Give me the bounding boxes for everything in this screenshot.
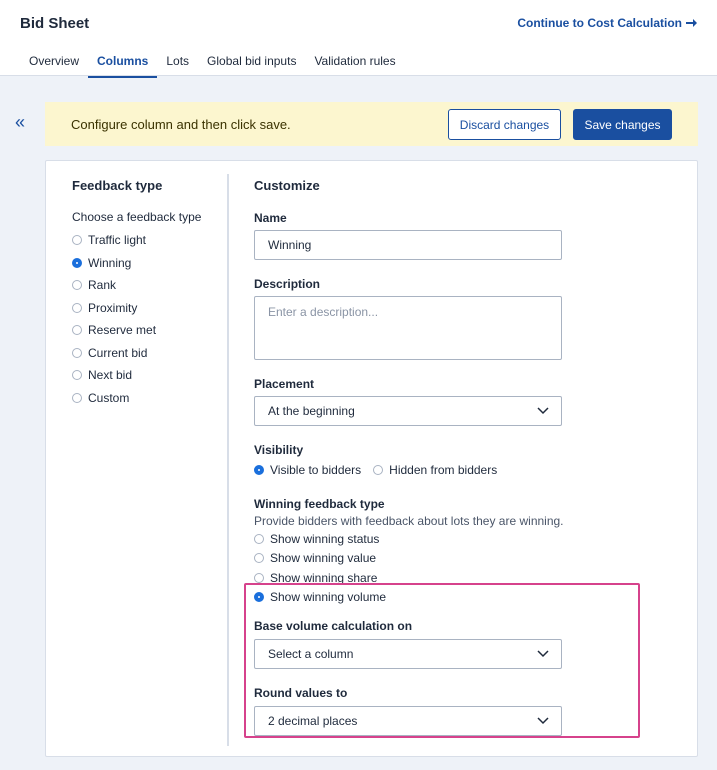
visibility-option-visible[interactable]: Visible to bidders [254, 461, 361, 479]
placement-select[interactable]: At the beginning [254, 396, 562, 426]
visibility-radio-group: Visible to bidders Hidden from bidders [254, 461, 634, 479]
tab-columns[interactable]: Columns [88, 50, 158, 78]
radio-icon [72, 392, 82, 403]
winning-option-status[interactable]: Show winning status [254, 529, 634, 549]
winning-option-share[interactable]: Show winning share [254, 568, 634, 588]
radio-icon [254, 553, 264, 564]
description-textarea[interactable] [254, 296, 562, 360]
winning-type-radio-group: Show winning status Show winning value S… [254, 529, 634, 607]
continue-link[interactable]: Continue to Cost Calculation [517, 16, 697, 30]
page-title: Bid Sheet [20, 15, 90, 32]
feedback-type-title: Feedback type [72, 178, 163, 193]
winning-feedback-type-label: Winning feedback type [254, 497, 385, 511]
visibility-label: Visibility [254, 443, 304, 457]
radio-icon [254, 572, 264, 583]
radio-icon [254, 533, 264, 544]
discard-changes-button[interactable]: Discard changes [448, 109, 561, 140]
feedback-type-section: Feedback type Choose a feedback type Tra… [72, 178, 222, 409]
radio-icon [373, 465, 384, 475]
tab-overview[interactable]: Overview [20, 50, 88, 78]
continue-label: Continue to Cost Calculation [517, 16, 682, 30]
tab-bar: Overview Columns Lots Global bid inputs … [20, 50, 405, 78]
radio-icon [72, 280, 82, 291]
feedback-option-proximity[interactable]: Proximity [72, 297, 222, 320]
chevron-down-icon [537, 650, 549, 658]
choose-feedback-label: Choose a feedback type [72, 210, 202, 224]
visibility-option-hidden[interactable]: Hidden from bidders [373, 461, 497, 479]
banner-message: Configure column and then click save. [71, 116, 291, 132]
placement-value: At the beginning [268, 404, 355, 418]
arrow-right-icon [686, 19, 697, 27]
radio-checked-icon [72, 257, 82, 268]
feedback-option-custom[interactable]: Custom [72, 387, 222, 410]
column-config-panel: Feedback type Choose a feedback type Tra… [45, 160, 698, 757]
feedback-option-rank[interactable]: Rank [72, 274, 222, 297]
feedback-option-winning[interactable]: Winning [72, 252, 222, 275]
tab-validation-rules[interactable]: Validation rules [305, 50, 404, 78]
radio-icon [72, 347, 82, 358]
feedback-option-reserve-met[interactable]: Reserve met [72, 319, 222, 342]
round-values-value: 2 decimal places [268, 714, 358, 728]
customize-title: Customize [254, 178, 320, 193]
base-volume-value: Select a column [268, 647, 354, 661]
feedback-option-traffic-light[interactable]: Traffic light [72, 229, 222, 252]
top-bar: Bid Sheet Continue to Cost Calculation O… [0, 0, 717, 78]
winning-option-volume[interactable]: Show winning volume [254, 588, 634, 608]
customize-section: Customize Name Description Placement At … [254, 178, 634, 736]
base-volume-select[interactable]: Select a column [254, 639, 562, 669]
tab-lots[interactable]: Lots [157, 50, 198, 78]
description-label: Description [254, 277, 321, 291]
radio-checked-icon [254, 465, 264, 475]
winning-option-value[interactable]: Show winning value [254, 549, 634, 569]
name-label: Name [254, 211, 287, 225]
radio-icon [72, 302, 82, 313]
round-values-label: Round values to [254, 686, 348, 700]
radio-icon [72, 370, 82, 381]
chevron-down-icon [537, 717, 549, 725]
radio-icon [72, 325, 82, 336]
name-input[interactable] [254, 230, 562, 260]
radio-icon [72, 235, 82, 246]
feedback-option-next-bid[interactable]: Next bid [72, 364, 222, 387]
section-divider [227, 174, 229, 746]
save-changes-button[interactable]: Save changes [573, 109, 672, 140]
placement-label: Placement [254, 377, 315, 391]
tab-global-bid-inputs[interactable]: Global bid inputs [198, 50, 305, 78]
collapse-sidebar-icon[interactable]: « [15, 113, 25, 131]
round-values-select[interactable]: 2 decimal places [254, 706, 562, 736]
feedback-option-current-bid[interactable]: Current bid [72, 342, 222, 365]
chevron-down-icon [537, 407, 549, 415]
unsaved-changes-banner: Configure column and then click save. Di… [45, 102, 698, 146]
winning-feedback-help: Provide bidders with feedback about lots… [254, 514, 564, 528]
radio-checked-icon [254, 592, 264, 603]
feedback-type-radio-group: Traffic light Winning Rank Proximity Res… [72, 229, 222, 409]
base-volume-label: Base volume calculation on [254, 619, 413, 633]
